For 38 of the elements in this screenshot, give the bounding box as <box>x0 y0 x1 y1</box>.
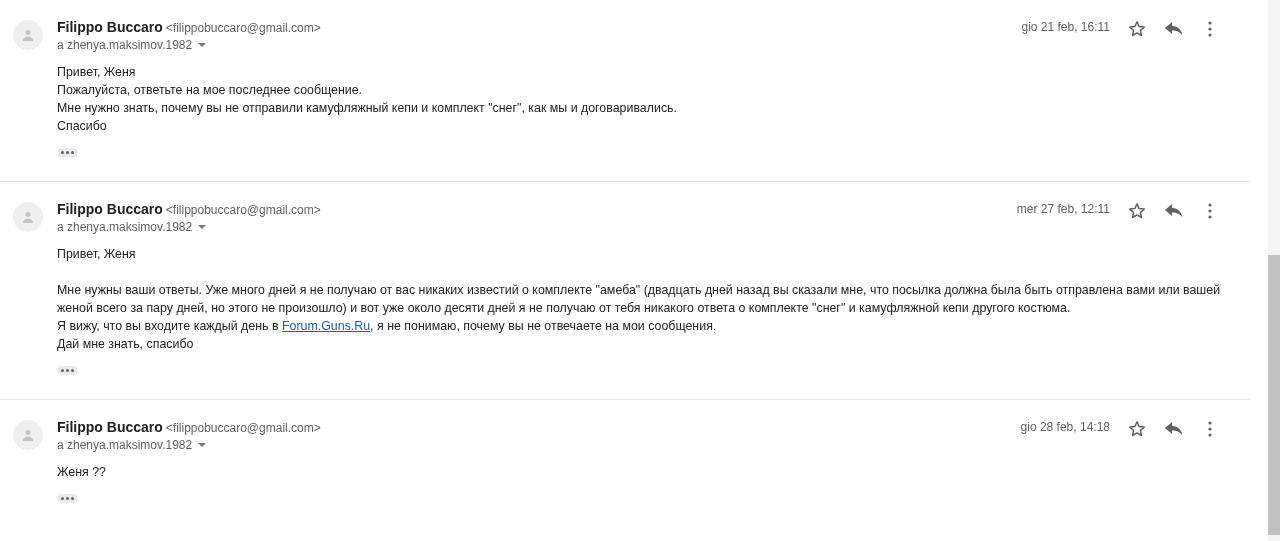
reply-icon <box>1165 204 1183 218</box>
recipient-dropdown[interactable]: a zhenya.maksimov.1982 <box>57 436 207 454</box>
more-icon <box>1208 421 1212 437</box>
scrollbar-thumb[interactable] <box>1268 255 1280 535</box>
message-text: Мне нужно знать, почему вы не отправили камуфляжный кепи и комплект "снег", как мы и договаривались. <box>57 100 678 117</box>
sender-name: Filippo Buccaro <box>57 18 163 37</box>
message-text: Мне нужны ваши ответы. Уже много дней я не получаю от вас никаких известий о комплекте "амеба" (двадцать дней назад вы сказали мне, что посылка должна была быть отправлена вами или вашей женой всего за пару дней, но этого не произошло) и вот уже около десяти дней я не получаю от тебя никакого ответа о комплекте "снег" и камуфляжной кепи другого костюма. <box>57 282 1222 317</box>
caret-icon <box>198 443 207 447</box>
reply-icon <box>1165 22 1183 36</box>
more-icon <box>1208 21 1212 37</box>
show-trimmed-button[interactable] <box>57 366 78 375</box>
message-text: Привет, Женя <box>57 64 137 81</box>
message-text: Пожалуйста, ответьте на мое последнее сообщение. <box>57 82 364 99</box>
message-text: Спасибо <box>57 118 108 135</box>
message-text: Привет, Женя <box>57 246 137 263</box>
recipient-dropdown[interactable]: a zhenya.maksimov.1982 <box>57 218 207 236</box>
message-text: Дай мне знать, спасибо <box>57 336 195 353</box>
reply-icon <box>1165 422 1183 436</box>
sender-email: <filippobuccaro@gmail.com> <box>165 20 321 37</box>
sender-email: <filippobuccaro@gmail.com> <box>165 420 321 437</box>
person-icon <box>22 29 34 41</box>
scrollbar[interactable] <box>1268 0 1280 541</box>
caret-icon <box>198 225 207 229</box>
sender-email: <filippobuccaro@gmail.com> <box>165 202 321 219</box>
message-text: Я вижу, что вы входите каждый день в Forum.Guns.Ru, я не понимаю, почему вы не отвечаете на мои сообщения. <box>57 318 718 335</box>
more-icon <box>1208 203 1212 219</box>
person-icon <box>22 211 34 223</box>
message-date: gio 21 feb, 16:11 <box>1021 19 1110 36</box>
show-trimmed-button[interactable] <box>57 494 78 503</box>
show-trimmed-button[interactable] <box>57 148 78 157</box>
caret-icon <box>198 43 207 47</box>
message-date: mer 27 feb, 12:11 <box>1016 201 1110 218</box>
message-text: Женя ?? <box>57 464 107 481</box>
sender-name: Filippo Buccaro <box>57 418 163 437</box>
person-icon <box>22 429 34 441</box>
sender-name: Filippo Buccaro <box>57 200 163 219</box>
recipient-dropdown[interactable]: a zhenya.maksimov.1982 <box>57 36 207 54</box>
message-date: gio 28 feb, 14:18 <box>1020 419 1110 436</box>
